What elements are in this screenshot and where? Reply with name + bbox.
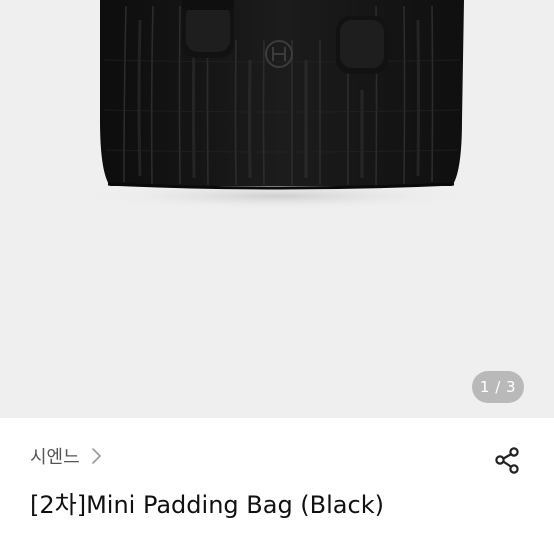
product-photo [0, 0, 554, 418]
image-page-counter: 1 / 3 [472, 371, 524, 403]
product-info-section: 시엔느 [2차]Mini Padding Bag (Black) [0, 418, 554, 554]
product-title: [2차]Mini Padding Bag (Black) [30, 491, 384, 519]
chevron-right-icon [91, 448, 101, 464]
brand-link[interactable]: 시엔느 [30, 443, 102, 469]
counter-separator: / [489, 378, 507, 396]
product-image-gallery[interactable]: 1 / 3 [0, 0, 554, 418]
counter-current: 1 [479, 378, 490, 396]
share-icon [495, 447, 519, 474]
share-button[interactable] [490, 443, 524, 477]
product-detail-page: 1 / 3 시엔느 [2차]Mini Padding Bag (Black) [0, 0, 554, 554]
brand-name: 시엔느 [30, 447, 80, 468]
counter-total: 3 [506, 378, 517, 396]
